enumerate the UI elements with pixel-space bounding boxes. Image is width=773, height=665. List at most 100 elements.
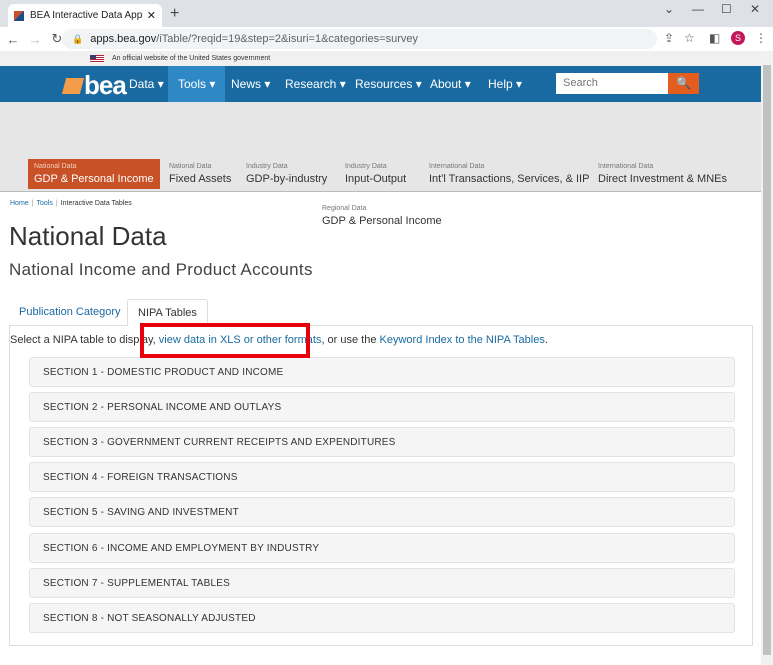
caret-down-icon: ▾ [464, 77, 471, 91]
section-7[interactable]: SECTION 7 - SUPPLEMENTAL TABLES [29, 568, 735, 598]
caret-down-icon: ▾ [264, 77, 271, 91]
nav-item-help[interactable]: Help ▾ [478, 66, 532, 102]
nav-item-about[interactable]: About ▾ [420, 66, 481, 102]
subnav-label: Fixed Assets [169, 173, 232, 185]
subnav-label: GDP & Personal Income [34, 173, 154, 185]
subnav-label: Input-Output [345, 173, 407, 185]
subnav-category: International Data [598, 163, 654, 170]
nav-item-news[interactable]: News ▾ [221, 66, 280, 102]
us-flag-icon [90, 54, 104, 63]
menu-kebab-icon[interactable]: ⋮ [755, 31, 767, 45]
nav-item-label: Tools [178, 77, 207, 91]
gov-banner-text: An official website of the United States… [112, 55, 271, 62]
search-icon: 🔍 [676, 76, 691, 90]
address-bar-row: ← → ↻ 🔒 apps.bea.gov /iTable/?reqid=19&s… [0, 27, 773, 51]
bea-favicon-icon [14, 10, 24, 21]
subnav-intl-transactions[interactable]: International Data Int'l Transactions, Se… [429, 163, 589, 185]
subnav-category: International Data [429, 163, 485, 170]
profile-avatar[interactable]: S [731, 31, 745, 45]
nipa-tables-panel: Select a NIPA table to display, view dat… [9, 326, 753, 646]
section-4[interactable]: SECTION 4 - FOREIGN TRANSACTIONS [29, 462, 735, 492]
breadcrumb: Home | Tools | Interactive Data Tables [10, 200, 132, 207]
intro-middle: , or use the [321, 334, 380, 346]
section-5[interactable]: SECTION 5 - SAVING AND INVESTMENT [29, 497, 735, 527]
side-panel-icon[interactable]: ◧ [709, 31, 720, 45]
subnav-category: Industry Data [345, 163, 387, 170]
tab-search-icon[interactable]: ⌄ [664, 2, 674, 16]
url-bar[interactable]: 🔒 apps.bea.gov /iTable/?reqid=19&step=2&… [62, 29, 657, 49]
breadcrumb-current: Interactive Data Tables [60, 200, 132, 207]
nav-item-label: About [430, 77, 462, 91]
section-1[interactable]: SECTION 1 - DOMESTIC PRODUCT AND INCOME [29, 357, 735, 387]
gov-banner: An official website of the United States… [0, 51, 761, 66]
search-button[interactable]: 🔍 [668, 73, 699, 94]
nav-item-resources[interactable]: Resources ▾ [345, 66, 432, 102]
subnav-label: GDP & Personal Income [322, 215, 442, 227]
subnav-label: Direct Investment & MNEs [598, 173, 727, 185]
close-window-icon[interactable]: ✕ [750, 2, 760, 16]
page-subtitle: National Income and Product Accounts [9, 260, 313, 279]
section-3[interactable]: SECTION 3 - GOVERNMENT CURRENT RECEIPTS … [29, 427, 735, 457]
nav-item-label: Resources [355, 77, 413, 91]
page-title: National Data [9, 221, 167, 251]
scrollbar-thumb[interactable] [763, 65, 771, 655]
nav-item-research[interactable]: Research ▾ [275, 66, 356, 102]
bea-logo-mark-icon [61, 78, 85, 94]
bookmark-star-icon[interactable]: ☆ [684, 31, 695, 45]
forward-arrow-icon[interactable]: → [26, 32, 44, 47]
caret-down-icon: ▾ [209, 77, 216, 91]
url-path: /iTable/?reqid=19&step=2&isuri=1&categor… [156, 33, 418, 45]
new-tab-icon[interactable]: + [170, 5, 179, 23]
sub-nav: National Data GDP & Personal Income Natio… [0, 102, 761, 227]
browser-tabstrip: BEA Interactive Data Application ✕ + ⌄ —… [0, 0, 773, 27]
page-scrollbar[interactable] [761, 51, 773, 665]
section-8[interactable]: SECTION 8 - NOT SEASONALLY ADJUSTED [29, 603, 735, 633]
subnav-input-output[interactable]: Industry Data Input-Output [345, 163, 406, 185]
main-nav: bea Data ▾ Tools ▾ News ▾ Research ▾ Res… [0, 66, 761, 102]
section-2[interactable]: SECTION 2 - PERSONAL INCOME AND OUTLAYS [29, 392, 735, 422]
subnav-category: Industry Data [246, 163, 288, 170]
back-arrow-icon[interactable]: ← [4, 32, 22, 47]
caret-down-icon: ▾ [157, 77, 164, 91]
tab-publication-category[interactable]: Publication Category [9, 299, 131, 326]
nav-item-tools[interactable]: Tools ▾ [168, 66, 226, 102]
content-tabs: Publication Category NIPA Tables [9, 299, 753, 326]
subnav-fixed-assets[interactable]: National Data Fixed Assets [169, 163, 231, 185]
intro-after: . [544, 334, 548, 346]
red-highlight-box [140, 323, 310, 358]
nav-item-data[interactable]: Data ▾ [119, 66, 174, 102]
maximize-icon[interactable]: ☐ [721, 2, 732, 16]
caret-down-icon: ▾ [516, 77, 523, 91]
subnav-category: Regional Data [322, 205, 367, 212]
nav-item-label: News [231, 77, 262, 91]
nav-item-label: Help [488, 77, 513, 91]
share-icon[interactable]: ⇪ [664, 31, 674, 45]
breadcrumb-tools[interactable]: Tools [37, 200, 53, 207]
lock-icon: 🔒 [72, 33, 84, 44]
minimize-icon[interactable]: — [692, 2, 704, 16]
subnav-label: Int'l Transactions, Services, & IIP [429, 173, 590, 185]
tab-nipa-tables[interactable]: NIPA Tables [127, 299, 208, 326]
nav-item-label: Research [285, 77, 337, 91]
subnav-category: National Data [34, 163, 77, 170]
web-page: An official website of the United States… [0, 51, 761, 665]
subnav-category: National Data [169, 163, 212, 170]
subnav-regional-gdp[interactable]: Regional Data GDP & Personal Income [322, 205, 442, 227]
keyword-index-link[interactable]: Keyword Index to the NIPA Tables [380, 334, 545, 346]
browser-tab[interactable]: BEA Interactive Data Application ✕ [8, 4, 162, 27]
close-tab-icon[interactable]: ✕ [147, 9, 156, 22]
breadcrumb-separator: | [31, 200, 34, 207]
url-host: apps.bea.gov [90, 33, 157, 45]
breadcrumb-home[interactable]: Home [10, 200, 29, 207]
breadcrumb-separator: | [55, 200, 58, 207]
subnav-direct-investment[interactable]: International Data Direct Investment & MN… [598, 163, 727, 185]
section-6[interactable]: SECTION 6 - INCOME AND EMPLOYMENT BY IND… [29, 533, 735, 563]
subnav-label: GDP-by-industry [246, 173, 328, 185]
subnav-gdp-by-industry[interactable]: Industry Data GDP-by-industry [246, 163, 327, 185]
nav-item-label: Data [129, 77, 155, 91]
bea-logo[interactable]: bea [61, 70, 127, 101]
subnav-national-gdp[interactable]: National Data GDP & Personal Income [28, 159, 160, 189]
search-input[interactable]: Search [556, 73, 668, 94]
intro-before: Select a NIPA table to display, [10, 334, 159, 346]
browser-tab-title: BEA Interactive Data Application [30, 10, 143, 21]
